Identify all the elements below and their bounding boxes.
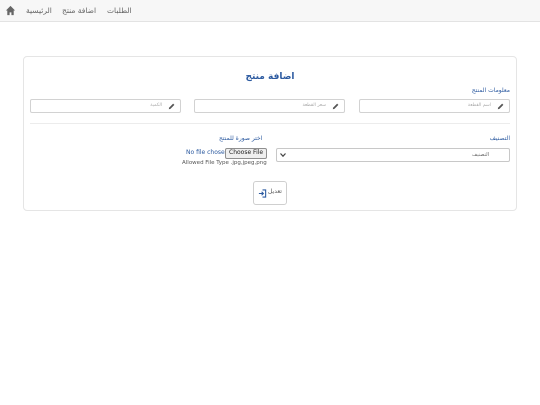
product-name-input[interactable]: اسم القطعة [359, 99, 510, 113]
product-price-input[interactable]: سعر القطعة [194, 99, 345, 113]
product-quantity-input[interactable]: الكمية [30, 99, 181, 113]
section-divider [30, 123, 510, 124]
top-navbar: الرئيسية اضافة منتج الطلبات [0, 0, 540, 22]
sign-in-icon [258, 189, 267, 198]
pencil-icon [168, 103, 175, 110]
allowed-file-types-text: Allowed File Type .jpg,jpeg,png [182, 160, 267, 166]
category-selected-value: التصنيف [472, 152, 489, 158]
pencil-icon [497, 103, 504, 110]
product-info-label: معلومات المنتج [471, 87, 510, 94]
product-quantity-placeholder: الكمية [150, 103, 162, 108]
category-select[interactable]: التصنيف [276, 148, 510, 162]
choose-file-button[interactable]: Choose File [225, 148, 268, 159]
pencil-icon [332, 103, 339, 110]
product-price-placeholder: سعر القطعة [302, 103, 326, 108]
chevron-down-icon [280, 153, 286, 158]
home-icon[interactable] [5, 5, 16, 16]
submit-label: تعديل [268, 188, 282, 195]
page-title: اضافة منتج [245, 72, 295, 82]
product-name-placeholder: اسم القطعة [467, 103, 491, 108]
product-image-label: اختر صورة للمنتج [219, 135, 263, 142]
add-product-card: اضافة منتج معلومات المنتج اسم القطعة سعر… [23, 56, 517, 211]
nav-orders-link[interactable]: الطلبات [107, 0, 132, 22]
nav-home-link[interactable]: الرئيسية [26, 0, 52, 22]
nav-add-product-link[interactable]: اضافة منتج [62, 0, 96, 22]
file-status-text: No file chosen [186, 149, 229, 156]
category-label: التصنيف [489, 135, 510, 142]
submit-button[interactable]: تعديل [253, 181, 287, 205]
